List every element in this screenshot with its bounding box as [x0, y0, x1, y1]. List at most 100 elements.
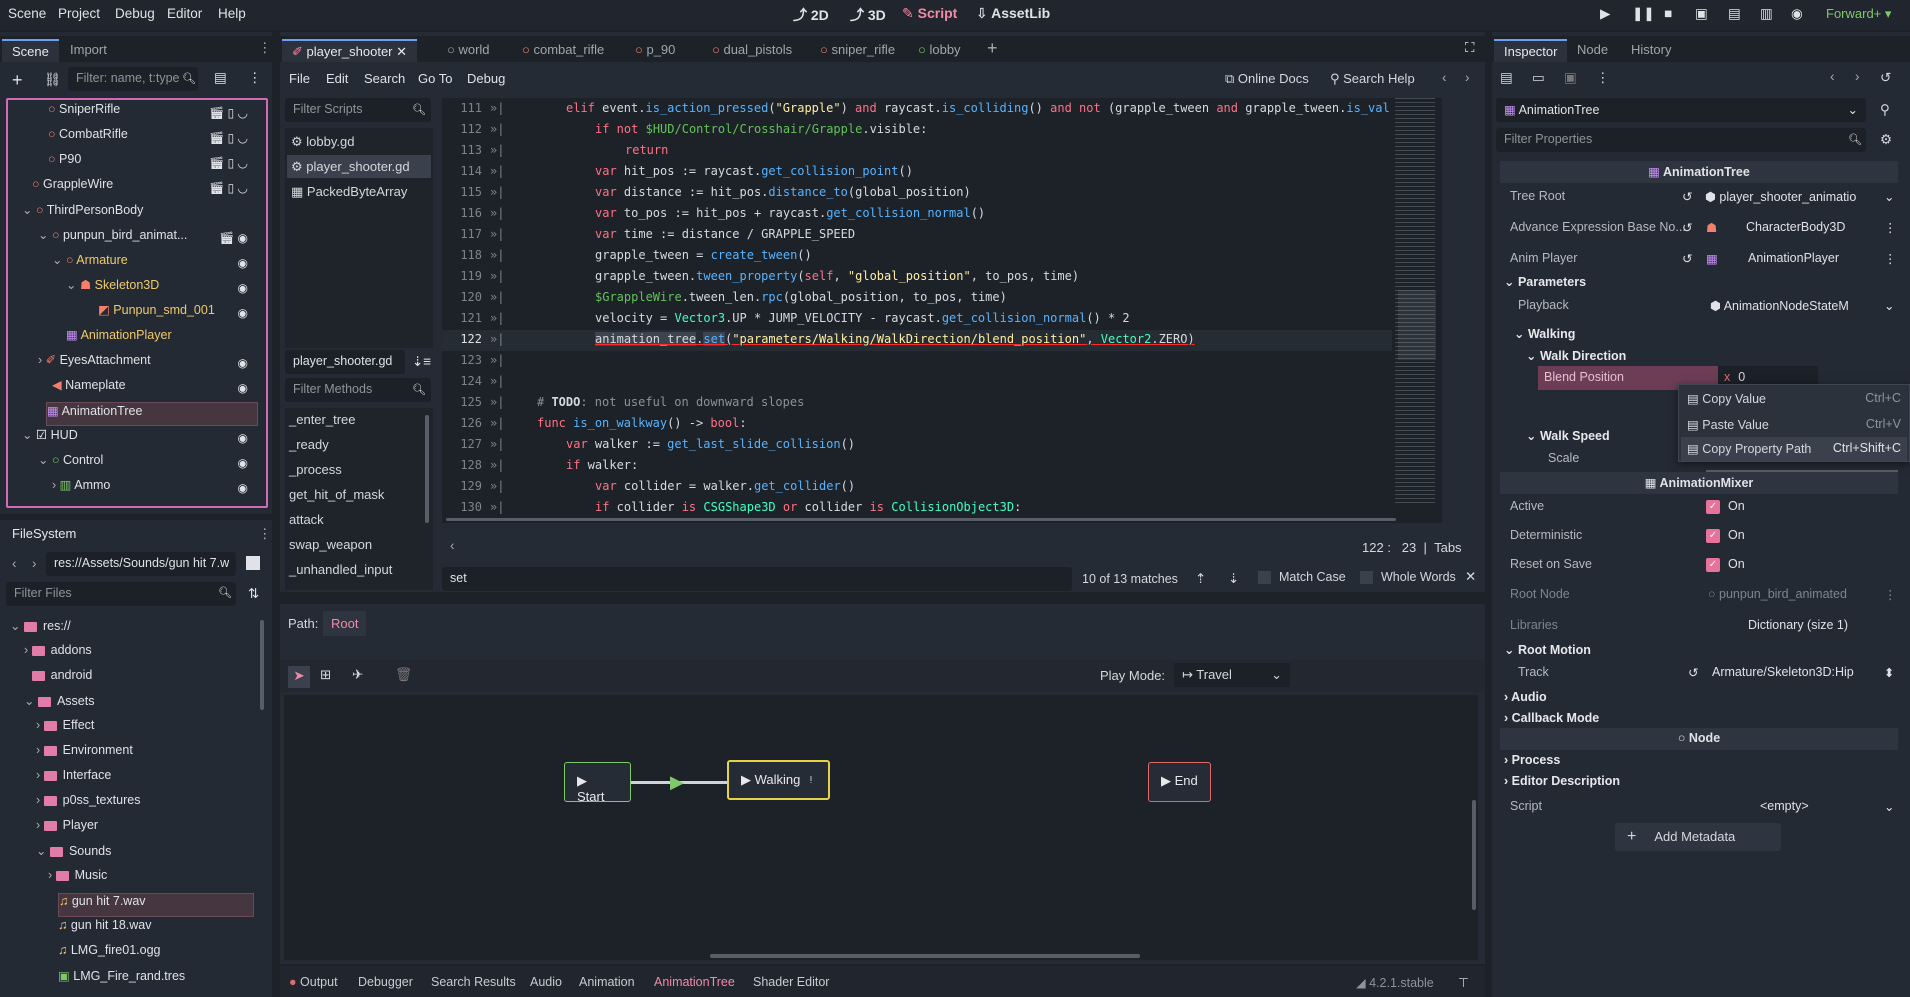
section-walk-speed[interactable]: ⌄ Walk Speed	[1526, 428, 1610, 443]
tree-node-combatrifle[interactable]: ○ CombatRifle 🎬︎ ▯ ◡	[48, 127, 258, 151]
fs-lmg-fire-rand[interactable]: ▣ LMG_Fire_rand.tres	[58, 968, 254, 992]
edit-node-icon[interactable]: ᵎ	[810, 772, 812, 787]
dock-menu-icon[interactable]: ⋮	[258, 526, 272, 542]
stop-icon[interactable]: ■	[1664, 6, 1672, 21]
play-scene-icon[interactable]: ▤	[1728, 6, 1741, 22]
filter-files-input[interactable]: Filter Files	[6, 582, 236, 606]
code-hscrollbar[interactable]	[446, 518, 1396, 521]
history-forward-icon[interactable]: ›	[1855, 69, 1860, 84]
visibility-icon[interactable]: ◉	[238, 356, 248, 370]
find-next-icon[interactable]: ⇣	[1228, 571, 1239, 587]
section-walk-direction[interactable]: ⌄ Walk Direction	[1526, 348, 1626, 363]
tree-node-p90[interactable]: ○ P90 🎬︎ ▯ ◡	[48, 152, 258, 176]
script-item-player-shooter[interactable]: ⚙ player_shooter.gd	[287, 155, 431, 178]
active-checkbox[interactable]: ✓ On	[1706, 499, 1745, 514]
fs-android[interactable]: › android	[24, 668, 269, 692]
script-item-packedbytearray[interactable]: ▦ PackedByteArray	[287, 180, 431, 203]
fold-gutter-icon[interactable]: »|	[490, 122, 510, 136]
tab-sniper-rifle[interactable]: ○ sniper_rifle	[810, 39, 905, 62]
pause-icon[interactable]: ❚❚	[1632, 6, 1655, 22]
script-menu-debug[interactable]: Debug	[467, 71, 505, 86]
tab-search-results[interactable]: Search Results	[431, 975, 516, 989]
libraries-value[interactable]: Dictionary (size 1)	[1748, 618, 1848, 632]
revert-icon[interactable]: ↺	[1688, 665, 1698, 680]
tab-animation[interactable]: Animation	[579, 975, 635, 989]
property-menu-icon[interactable]: ⋮	[1884, 220, 1897, 235]
fold-gutter-icon[interactable]: »|	[490, 395, 510, 409]
fold-gutter-icon[interactable]: »|	[490, 500, 510, 514]
tab-audio[interactable]: Audio	[530, 975, 562, 989]
add-node-icon[interactable]: +	[12, 70, 23, 91]
online-docs-button[interactable]: ⧉ Online Docs	[1225, 71, 1309, 87]
tree-node-ammo[interactable]: › ▥ Ammo ◉	[52, 477, 258, 501]
visibility-icon[interactable]: ◉	[238, 456, 248, 470]
play-mode-select[interactable]: ↦ Travel ⌄	[1174, 663, 1290, 687]
state-node-end[interactable]: ▶ End	[1148, 762, 1211, 802]
fold-gutter-icon[interactable]: »|	[490, 374, 510, 388]
prop-tree-root[interactable]: Tree Root ↺ ⬢ player_shooter_animatio ⌄	[1500, 184, 1900, 210]
fs-addons[interactable]: › addons	[24, 643, 269, 667]
tab-node[interactable]: Node	[1567, 39, 1618, 62]
fs-player[interactable]: › Player	[36, 818, 281, 842]
play-custom-scene-icon[interactable]: ▥	[1760, 6, 1773, 22]
tree-node-punpun-smd[interactable]: ◩ Punpun_smd_001 ◉	[98, 302, 258, 326]
menu-scene[interactable]: Scene	[8, 6, 46, 21]
section-root-motion[interactable]: ⌄ Root Motion	[1504, 642, 1591, 657]
prop-advance-expression[interactable]: Advance Expression Base No... ↺ ☗ Charac…	[1500, 215, 1900, 241]
workspace-script[interactable]: ✎ Script	[902, 5, 957, 22]
script-menu-goto[interactable]: Go To	[418, 71, 452, 86]
tree-node-hud[interactable]: ⌄ ☑ HUD ◉	[22, 427, 258, 451]
resource-menu-icon[interactable]: ⋮	[1596, 70, 1610, 86]
tree-node-armature[interactable]: ⌄ ○ Armature ◉	[52, 252, 258, 276]
back-icon[interactable]: ‹	[12, 556, 17, 571]
method-item[interactable]: _ready	[289, 437, 329, 452]
prop-root-node[interactable]: Root Node ○ punpun_bird_animated ⋮	[1500, 582, 1900, 608]
tab-shader-editor[interactable]: Shader Editor	[753, 975, 829, 989]
renderer-select[interactable]: Forward+ ▾	[1826, 6, 1891, 22]
fs-interface[interactable]: › Interface	[36, 768, 281, 792]
fold-gutter-icon[interactable]: »|	[490, 416, 510, 430]
close-icon[interactable]: ✕	[396, 44, 407, 59]
method-item[interactable]: _unhandled_input	[289, 562, 392, 577]
tree-node-eyesattachment[interactable]: › ✐ EyesAttachment ◉	[38, 352, 258, 376]
filter-methods-input[interactable]: Filter Methods	[285, 378, 431, 402]
expand-icon[interactable]: ›	[52, 478, 60, 492]
tab-inspector[interactable]: Inspector	[1494, 39, 1568, 62]
whole-words-checkbox[interactable]: Whole Words	[1360, 570, 1456, 585]
connect-tool-icon[interactable]: ✈	[352, 667, 363, 683]
workspace-3d[interactable]: ⤴ 3D	[850, 5, 886, 25]
fold-gutter-icon[interactable]: »|	[490, 353, 510, 367]
fs-res-root[interactable]: ⌄ res://	[10, 618, 255, 642]
dock-menu-icon[interactable]: ⋮	[258, 40, 272, 56]
revert-icon[interactable]: ↺	[1682, 251, 1692, 266]
fs-lmg-fire01[interactable]: ♫ LMG_fire01.ogg	[58, 943, 254, 967]
section-audio[interactable]: › Audio	[1504, 690, 1547, 704]
close-find-icon[interactable]: ✕	[1465, 569, 1476, 585]
next-script-icon[interactable]: ›	[1465, 70, 1470, 85]
search-help-button[interactable]: ⚲ Search Help	[1330, 71, 1415, 87]
section-process[interactable]: › Process	[1504, 753, 1560, 767]
new-resource-icon[interactable]: ▤	[1500, 70, 1513, 86]
fold-gutter-icon[interactable]: »|	[490, 185, 510, 199]
prop-anim-player[interactable]: Anim Player ↺ ▦ AnimationPlayer ⋮	[1500, 246, 1900, 272]
tree-node-nameplate[interactable]: ◀ Nameplate ◉	[52, 377, 258, 401]
fold-gutter-icon[interactable]: »|	[490, 479, 510, 493]
menu-project[interactable]: Project	[58, 6, 100, 21]
tab-animationtree[interactable]: AnimationTree	[654, 975, 735, 989]
section-parameters[interactable]: ⌄ Parameters	[1504, 274, 1586, 289]
script-value[interactable]: <empty>	[1760, 799, 1809, 813]
method-item[interactable]: _enter_tree	[289, 412, 356, 427]
expand-icon[interactable]: ›	[38, 353, 46, 367]
tab-lobby[interactable]: ○ lobby	[908, 39, 971, 62]
select-tool-icon[interactable]: ➤	[288, 666, 310, 688]
tree-node-skeleton3d[interactable]: ⌄ ☗ Skeleton3D ◉	[66, 277, 258, 301]
section-walking[interactable]: ⌄ Walking	[1514, 326, 1575, 341]
tab-history[interactable]: History	[1621, 39, 1681, 62]
menu-help[interactable]: Help	[218, 6, 246, 21]
state-node-start[interactable]: ▶ Start	[564, 762, 631, 804]
section-editor-description[interactable]: › Editor Description	[1504, 774, 1620, 788]
fold-gutter-icon[interactable]: »|	[490, 311, 510, 325]
fold-gutter-icon[interactable]: »|	[490, 290, 510, 304]
method-item[interactable]: attack	[289, 512, 324, 527]
track-value[interactable]: Armature/Skeleton3D:Hip	[1712, 665, 1880, 679]
